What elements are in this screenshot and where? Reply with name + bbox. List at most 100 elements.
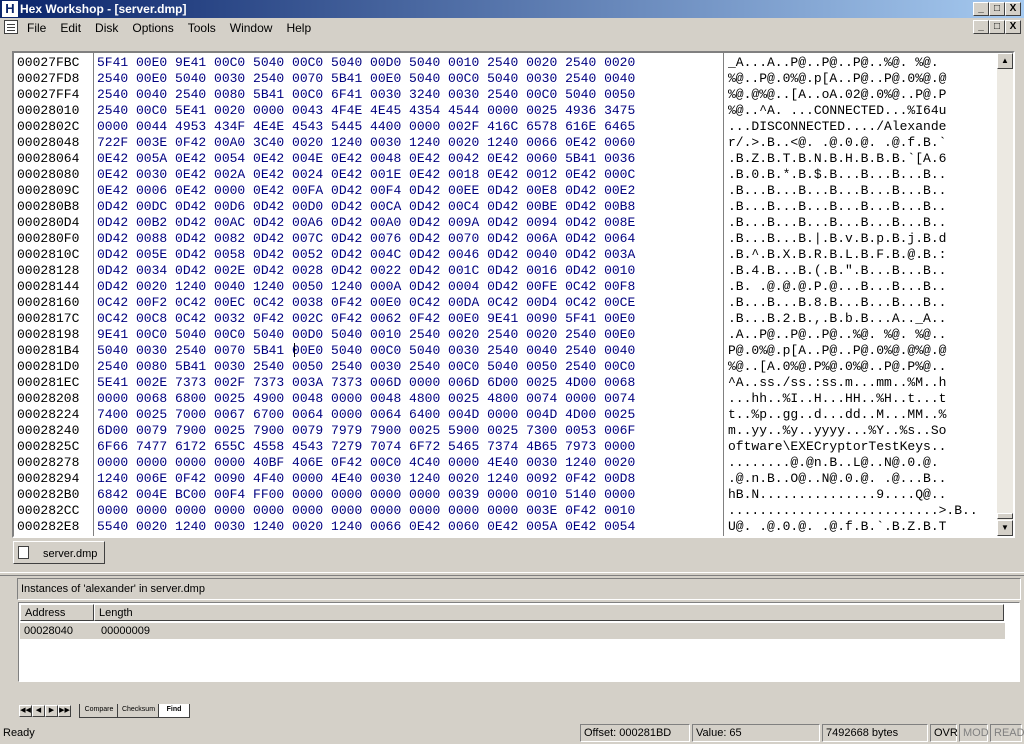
row-bytes[interactable]: 2540 00C0 5E41 0020 0000 0043 4F4E 4E45 …: [97, 103, 635, 119]
row-ascii[interactable]: ...hh..%I..H...HH..%H..t...t: [728, 391, 946, 407]
hex-row[interactable]: 000282B0 6842 004E BC00 00F4 FF00 0000 00…: [14, 487, 999, 503]
hex-row[interactable]: 00027FD8 2540 00E0 5040 0030 2540 0070 5B…: [14, 71, 999, 87]
hex-row[interactable]: 000282CC 0000 0000 0000 0000 0000 0000 00…: [14, 503, 999, 519]
row-bytes[interactable]: 722F 003E 0F42 00A0 3C40 0020 1240 0030 …: [97, 135, 635, 151]
row-bytes[interactable]: 6D00 0079 7900 0025 7900 0079 7979 7900 …: [97, 423, 635, 439]
menu-file[interactable]: File: [20, 21, 53, 35]
row-bytes[interactable]: 5040 0030 2540 0070 5B41 00E0 5040 00C0 …: [97, 343, 635, 359]
row-ascii[interactable]: %@..P@.0%@.p[A..P@..P@.0%@.@: [728, 71, 946, 87]
hex-row[interactable]: 00028294 1240 006E 0F42 0090 4F40 0000 4E…: [14, 471, 999, 487]
hex-row[interactable]: 00027FBC 5F41 00E0 9E41 00C0 5040 00C0 50…: [14, 55, 999, 71]
hex-row[interactable]: 00028010 2540 00C0 5E41 0020 0000 0043 4F…: [14, 103, 999, 119]
hex-row[interactable]: 00028160 0C42 00F2 0C42 00EC 0C42 0038 0F…: [14, 295, 999, 311]
row-ascii[interactable]: .A..P@..P@..P@..%@. %@. %@..: [728, 327, 946, 343]
row-ascii[interactable]: %@..^A. ...CONNECTED...%I64u: [728, 103, 946, 119]
menu-window[interactable]: Window: [223, 21, 280, 35]
row-bytes[interactable]: 5540 0020 1240 0030 1240 0020 1240 0066 …: [97, 519, 635, 535]
column-header-length[interactable]: Length: [94, 604, 1004, 621]
row-ascii[interactable]: r/.>.B..<@. .@.0.@. .@.f.B.`: [728, 135, 946, 151]
row-ascii[interactable]: t..%p..gg..d...dd..M...MM..%: [728, 407, 946, 423]
hex-row[interactable]: 00028224 7400 0025 7000 0067 6700 0064 00…: [14, 407, 999, 423]
column-header-address[interactable]: Address: [20, 604, 94, 621]
hex-row[interactable]: 000280D4 0D42 00B2 0D42 00AC 0D42 00A6 0D…: [14, 215, 999, 231]
doc-restore-button[interactable]: □: [989, 20, 1005, 34]
minimize-button[interactable]: _: [973, 2, 989, 16]
first-tab-icon[interactable]: ◀◀: [19, 705, 32, 717]
row-bytes[interactable]: 1240 006E 0F42 0090 4F40 0000 4E40 0030 …: [97, 471, 635, 487]
row-ascii[interactable]: .B...B.2.B.,.B.b.B...A.._A..: [728, 311, 946, 327]
hex-row[interactable]: 00028064 0E42 005A 0E42 0054 0E42 004E 0E…: [14, 151, 999, 167]
scroll-down-icon[interactable]: ▼: [997, 520, 1013, 536]
row-ascii[interactable]: U@. .@.0.@. .@.f.B.`.B.Z.B.T: [728, 519, 946, 535]
row-ascii[interactable]: P@.0%@.p[A..P@..P@.0%@.@%@.@: [728, 343, 946, 359]
tab-find[interactable]: Find: [158, 704, 190, 718]
row-bytes[interactable]: 6F66 7477 6172 655C 4558 4543 7279 7074 …: [97, 439, 635, 455]
scroll-up-icon[interactable]: ▲: [997, 53, 1013, 69]
row-bytes[interactable]: 6842 004E BC00 00F4 FF00 0000 0000 0000 …: [97, 487, 635, 503]
row-ascii[interactable]: .B.4.B...B.(.B.".B...B...B..: [728, 263, 946, 279]
row-bytes[interactable]: 0D42 0088 0D42 0082 0D42 007C 0D42 0076 …: [97, 231, 635, 247]
row-ascii[interactable]: %@.@%@..[A..oA.02@.0%@..P@.P: [728, 87, 946, 103]
hex-row[interactable]: 0002810C 0D42 005E 0D42 0058 0D42 0052 0D…: [14, 247, 999, 263]
row-bytes[interactable]: 2540 0040 2540 0080 5B41 00C0 6F41 0030 …: [97, 87, 635, 103]
row-bytes[interactable]: 0000 0044 4953 434F 4E4E 4543 5445 4400 …: [97, 119, 635, 135]
row-ascii[interactable]: ...DISCONNECTED..../Alexande: [728, 119, 946, 135]
hex-row[interactable]: 00028048 722F 003E 0F42 00A0 3C40 0020 12…: [14, 135, 999, 151]
hex-row[interactable]: 0002817C 0C42 00C8 0C42 0032 0F42 002C 0F…: [14, 311, 999, 327]
row-ascii[interactable]: .@.n.B..O@..N@.0.@. .@...B..: [728, 471, 946, 487]
menu-edit[interactable]: Edit: [53, 21, 88, 35]
pane-splitter[interactable]: [0, 572, 1024, 576]
next-tab-icon[interactable]: ▶: [45, 705, 58, 717]
hex-row[interactable]: 00028198 9E41 00C0 5040 00C0 5040 00D0 50…: [14, 327, 999, 343]
row-ascii[interactable]: ...........................>.B..: [728, 503, 978, 519]
menu-options[interactable]: Options: [125, 21, 180, 35]
row-bytes[interactable]: 0000 0000 0000 0000 40BF 406E 0F42 00C0 …: [97, 455, 635, 471]
hex-row[interactable]: 0002809C 0E42 0006 0E42 0000 0E42 00FA 0D…: [14, 183, 999, 199]
hex-row[interactable]: 00028278 0000 0000 0000 0000 40BF 406E 0F…: [14, 455, 999, 471]
close-button[interactable]: X: [1005, 2, 1021, 16]
tab-compare[interactable]: Compare: [79, 704, 119, 718]
results-list[interactable]: Address Length 00028040 00000009: [18, 602, 1020, 682]
tab-server-dmp[interactable]: server.dmp: [13, 541, 105, 564]
hex-row[interactable]: 000281EC 5E41 002E 7373 002F 7373 003A 73…: [14, 375, 999, 391]
hex-row[interactable]: 000281D0 2540 0080 5B41 0030 2540 0050 25…: [14, 359, 999, 375]
hex-row[interactable]: 00028080 0E42 0030 0E42 002A 0E42 0024 0E…: [14, 167, 999, 183]
row-bytes[interactable]: 0E42 0006 0E42 0000 0E42 00FA 0D42 00F4 …: [97, 183, 635, 199]
hex-row[interactable]: 00028128 0D42 0034 0D42 002E 0D42 0028 0D…: [14, 263, 999, 279]
hex-editor[interactable]: 00027FBC 5F41 00E0 9E41 00C0 5040 00C0 50…: [12, 51, 1015, 538]
row-ascii[interactable]: oftware\EXECryptorTestKeys..: [728, 439, 946, 455]
row-bytes[interactable]: 9E41 00C0 5040 00C0 5040 00D0 5040 0010 …: [97, 327, 635, 343]
scroll-thumb[interactable]: [997, 513, 1013, 519]
menu-help[interactable]: Help: [279, 21, 318, 35]
row-ascii[interactable]: .B.^.B.X.B.R.B.L.B.F.B.@.B.:: [728, 247, 946, 263]
restore-button[interactable]: □: [989, 2, 1005, 16]
hex-row[interactable]: 000282E8 5540 0020 1240 0030 1240 0020 12…: [14, 519, 999, 535]
row-ascii[interactable]: .B.0.B.*.B.$.B...B...B...B..: [728, 167, 946, 183]
row-bytes[interactable]: 0E42 0030 0E42 002A 0E42 0024 0E42 001E …: [97, 167, 635, 183]
row-bytes[interactable]: 0000 0000 0000 0000 0000 0000 0000 0000 …: [97, 503, 635, 519]
document-icon[interactable]: [4, 20, 18, 34]
row-ascii[interactable]: .B...B...B.|.B.v.B.p.B.j.B.d: [728, 231, 946, 247]
row-ascii[interactable]: ........@.@n.B..L@..N@.0.@.: [728, 455, 946, 471]
hex-row[interactable]: 0002825C 6F66 7477 6172 655C 4558 4543 72…: [14, 439, 999, 455]
hex-row[interactable]: 000280B8 0D42 00DC 0D42 00D6 0D42 00D0 0D…: [14, 199, 999, 215]
row-ascii[interactable]: .B...B...B...B...B...B...B..: [728, 199, 946, 215]
row-bytes[interactable]: 5F41 00E0 9E41 00C0 5040 00C0 5040 00D0 …: [97, 55, 635, 71]
row-bytes[interactable]: 0C42 00F2 0C42 00EC 0C42 0038 0F42 00E0 …: [97, 295, 635, 311]
row-ascii[interactable]: .B. .@.@.@.P.@...B...B...B..: [728, 279, 946, 295]
row-ascii[interactable]: .B...B...B...B...B...B...B..: [728, 183, 946, 199]
row-bytes[interactable]: 0D42 0034 0D42 002E 0D42 0028 0D42 0022 …: [97, 263, 635, 279]
vertical-scrollbar[interactable]: ▲ ▼: [997, 53, 1013, 536]
doc-minimize-button[interactable]: _: [973, 20, 989, 34]
hex-row[interactable]: 000280F0 0D42 0088 0D42 0082 0D42 007C 0D…: [14, 231, 999, 247]
row-bytes[interactable]: 0C42 00C8 0C42 0032 0F42 002C 0F42 0062 …: [97, 311, 635, 327]
row-ascii[interactable]: %@..[A.0%@.P%@.0%@..P@.P%@..: [728, 359, 946, 375]
row-bytes[interactable]: 0D42 0020 1240 0040 1240 0050 1240 000A …: [97, 279, 635, 295]
row-ascii[interactable]: ^A..ss./ss.:ss.m...mm..%M..h: [728, 375, 946, 391]
hex-row[interactable]: 00028240 6D00 0079 7900 0025 7900 0079 79…: [14, 423, 999, 439]
row-bytes[interactable]: 7400 0025 7000 0067 6700 0064 0000 0064 …: [97, 407, 635, 423]
menu-tools[interactable]: Tools: [181, 21, 223, 35]
row-bytes[interactable]: 0D42 005E 0D42 0058 0D42 0052 0D42 004C …: [97, 247, 635, 263]
prev-tab-icon[interactable]: ◀: [32, 705, 45, 717]
tab-checksum[interactable]: Checksum: [117, 704, 160, 718]
